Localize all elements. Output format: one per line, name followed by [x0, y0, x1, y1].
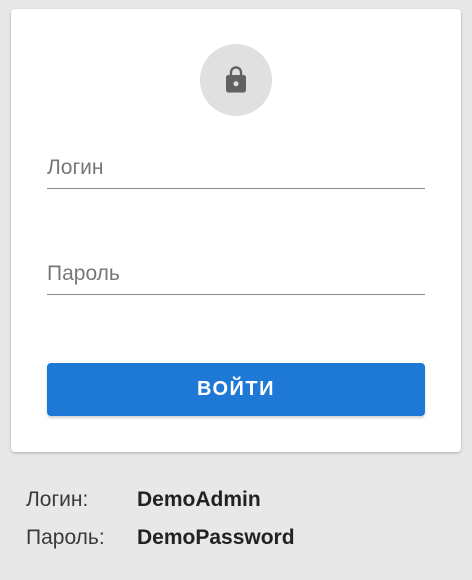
lock-icon [221, 65, 251, 95]
demo-password-label: Пароль: [26, 526, 105, 549]
login-input[interactable] [47, 148, 425, 188]
login-button[interactable]: ВОЙТИ [47, 363, 425, 416]
demo-password-row: Пароль: DemoPassword [26, 526, 446, 564]
demo-login-label: Логин: [26, 488, 89, 511]
demo-password-value: DemoPassword [137, 526, 295, 549]
password-input[interactable] [47, 254, 425, 294]
login-field-container [47, 148, 425, 189]
password-field-container [47, 254, 425, 295]
demo-login-row: Логин: DemoAdmin [26, 488, 446, 526]
demo-credentials: Логин: DemoAdmin Пароль: DemoPassword [26, 488, 446, 564]
login-card: ВОЙТИ [11, 9, 461, 452]
demo-login-value: DemoAdmin [137, 488, 261, 511]
lock-avatar [200, 44, 272, 116]
